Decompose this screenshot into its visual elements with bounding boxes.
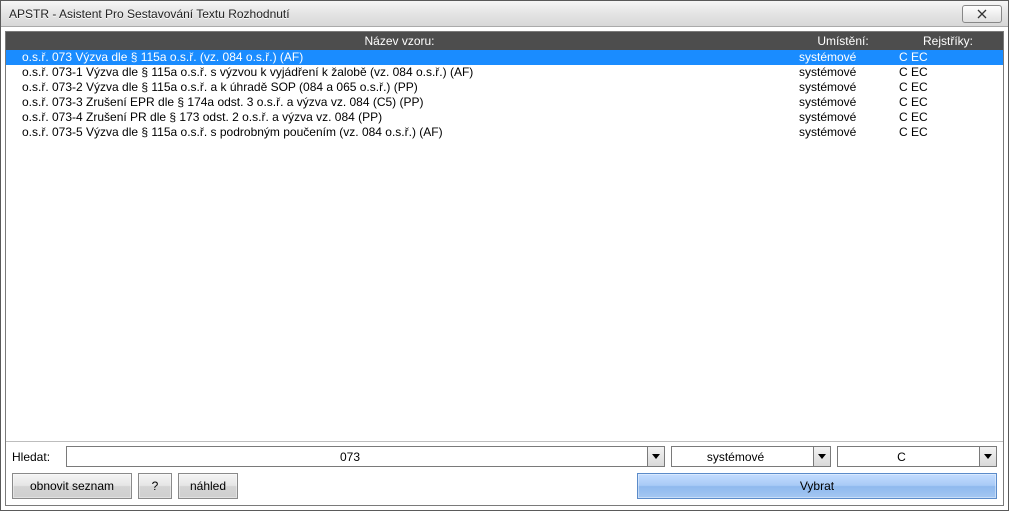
table-row[interactable]: o.s.ř. 073 Výzva dle § 115a o.s.ř. (vz. …	[6, 50, 1003, 65]
bottom-panel: Hledat: 073 systémové C	[6, 441, 1003, 505]
button-row: obnovit seznam ? náhled Vybrat	[12, 473, 997, 499]
cell-location: systémové	[793, 80, 893, 95]
cell-name: o.s.ř. 073-2 Výzva dle § 115a o.s.ř. a k…	[6, 80, 793, 95]
search-query-dropdown-button[interactable]	[647, 447, 664, 466]
table-row[interactable]: o.s.ř. 073-4 Zrušení PR dle § 173 odst. …	[6, 110, 1003, 125]
cell-name: o.s.ř. 073-1 Výzva dle § 115a o.s.ř. s v…	[6, 65, 793, 80]
table-body[interactable]: o.s.ř. 073 Výzva dle § 115a o.s.ř. (vz. …	[6, 50, 1003, 441]
app-window: APSTR - Asistent Pro Sestavování Textu R…	[0, 0, 1009, 511]
cell-name: o.s.ř. 073 Výzva dle § 115a o.s.ř. (vz. …	[6, 50, 793, 65]
cell-registry: C EC	[893, 50, 1003, 65]
cell-location: systémové	[793, 125, 893, 140]
cell-registry: C EC	[893, 110, 1003, 125]
cell-registry: C EC	[893, 80, 1003, 95]
table-row[interactable]: o.s.ř. 073-3 Zrušení EPR dle § 174a odst…	[6, 95, 1003, 110]
search-location-combo[interactable]: systémové	[671, 446, 831, 467]
cell-location: systémové	[793, 95, 893, 110]
content-area: Název vzoru: Umístění: Rejstříky: o.s.ř.…	[5, 31, 1004, 506]
chevron-down-icon	[652, 454, 660, 459]
chevron-down-icon	[984, 454, 992, 459]
search-query-combo[interactable]: 073	[66, 446, 665, 467]
titlebar: APSTR - Asistent Pro Sestavování Textu R…	[1, 1, 1008, 27]
window-close-button[interactable]	[962, 5, 1002, 23]
search-row: Hledat: 073 systémové C	[12, 446, 997, 467]
column-header-location[interactable]: Umístění:	[793, 34, 893, 48]
select-button[interactable]: Vybrat	[637, 473, 997, 499]
search-registry-value: C	[838, 450, 979, 464]
cell-name: o.s.ř. 073-5 Výzva dle § 115a o.s.ř. s p…	[6, 125, 793, 140]
help-button[interactable]: ?	[138, 473, 172, 499]
cell-location: systémové	[793, 50, 893, 65]
column-header-name[interactable]: Název vzoru:	[6, 34, 793, 48]
cell-registry: C EC	[893, 125, 1003, 140]
window-title: APSTR - Asistent Pro Sestavování Textu R…	[9, 7, 962, 21]
preview-button[interactable]: náhled	[178, 473, 238, 499]
cell-location: systémové	[793, 65, 893, 80]
table-row[interactable]: o.s.ř. 073-5 Výzva dle § 115a o.s.ř. s p…	[6, 125, 1003, 140]
search-location-value: systémové	[672, 450, 813, 464]
search-location-dropdown-button[interactable]	[813, 447, 830, 466]
search-registry-combo[interactable]: C	[837, 446, 997, 467]
chevron-down-icon	[818, 454, 826, 459]
search-registry-dropdown-button[interactable]	[979, 447, 996, 466]
table-row[interactable]: o.s.ř. 073-2 Výzva dle § 115a o.s.ř. a k…	[6, 80, 1003, 95]
close-icon	[977, 9, 987, 19]
column-header-registry[interactable]: Rejstříky:	[893, 34, 1003, 48]
refresh-list-button[interactable]: obnovit seznam	[12, 473, 132, 499]
button-spacer	[244, 473, 631, 499]
search-label: Hledat:	[12, 450, 60, 464]
cell-name: o.s.ř. 073-4 Zrušení PR dle § 173 odst. …	[6, 110, 793, 125]
cell-registry: C EC	[893, 95, 1003, 110]
cell-name: o.s.ř. 073-3 Zrušení EPR dle § 174a odst…	[6, 95, 793, 110]
table-row[interactable]: o.s.ř. 073-1 Výzva dle § 115a o.s.ř. s v…	[6, 65, 1003, 80]
cell-location: systémové	[793, 110, 893, 125]
table-header: Název vzoru: Umístění: Rejstříky:	[6, 32, 1003, 50]
cell-registry: C EC	[893, 65, 1003, 80]
search-query-value: 073	[67, 450, 647, 464]
